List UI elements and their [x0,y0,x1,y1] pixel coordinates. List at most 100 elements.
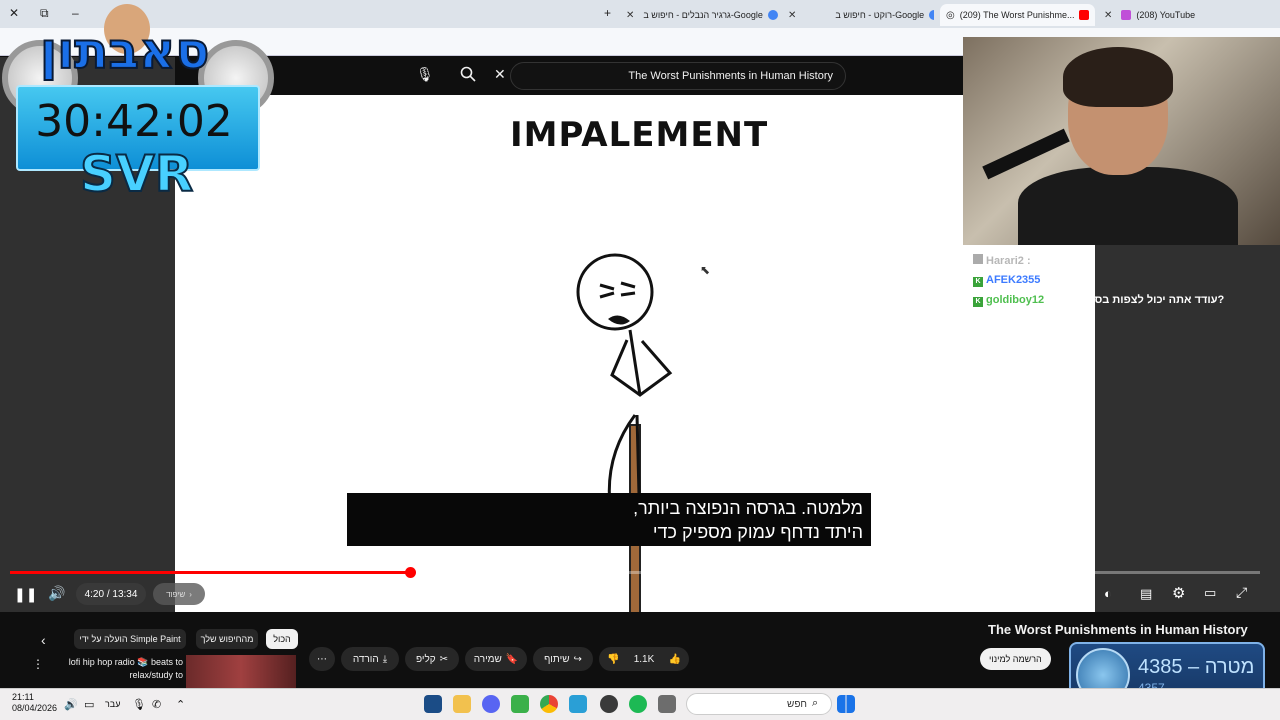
display-icon[interactable]: ▭ [84,698,94,711]
recommended-video-title[interactable]: lofi hip hop radio 📚 beats to relax/stud… [55,656,183,682]
chapter-label: שיפוד [166,589,186,599]
restore-window-icon[interactable]: ⧉ [40,6,49,21]
task-view-icon[interactable] [658,695,676,713]
fullscreen-icon[interactable]: ⤢ [1236,584,1247,601]
tab-google-search-2[interactable]: ✕ רוקט - חיפוש ב-Google [784,4,934,26]
svr-tag: SVR [79,144,194,204]
chip-label: הועלה על ידי Simple Paint [79,634,181,644]
microphone-arm [982,128,1070,180]
taskbar-search-label: חפש [787,698,807,710]
progress-scrubber[interactable] [405,567,416,578]
tab-label: גרגיר הנבלים - חיפוש ב-Google [643,10,763,20]
chat-text: : [1026,255,1031,267]
save-button[interactable]: שמירה 🔖 [465,647,527,671]
download-icon: ⤓ [382,653,388,665]
chat-message: Kgoldiboy12 : עודד אתה יכול לצפות בספר ק… [973,294,1224,307]
tab-youtube-video[interactable]: ◎ (209) The Worst Punishme... [940,4,1095,26]
share-label: שיתוף [544,653,570,665]
tray-chevron-up-icon[interactable]: ⌃ [176,698,185,711]
caption-line-2: היתד נדחף עמוק מספיק כדי [652,522,863,542]
goal-current: 4385 [1138,656,1183,678]
recommended-video-thumbnail[interactable] [186,655,296,688]
youtube-favicon-icon [1079,10,1090,20]
autoplay-toggle-icon[interactable]: ◐ [1104,586,1112,601]
taskbar-clock[interactable]: 21:11 08/04/2026 [12,692,57,714]
subtitles-icon[interactable]: ▤ [1140,586,1152,602]
tab-google-search-1[interactable]: ✕ גרגיר הנבלים - חיפוש ב-Google [622,4,780,26]
tab-close-icon[interactable]: ✕ [784,10,800,21]
subscribe-label: הרשמה למינוי [989,654,1042,664]
save-label: שמירה [473,653,502,665]
tab-close-icon[interactable]: ✕ [622,10,638,21]
chapter-button[interactable]: שיפוד › [153,583,205,605]
chat-message: Harari2 : [973,254,1031,267]
taskbar-search-input[interactable]: חפש [686,693,832,715]
language-indicator[interactable]: עבר [105,699,120,709]
mouse-cursor-icon: ⬉ [700,263,711,277]
pause-icon[interactable]: ❚❚ [14,586,37,603]
search-icon: ⌕ [812,697,819,709]
chip-all[interactable]: הכול [266,629,298,649]
discord-icon[interactable] [482,695,500,713]
tab-label: רוקט - חיפוש ב-Google [835,10,925,20]
chip-label: הכול [273,634,291,644]
new-tab-button[interactable]: + [604,6,611,20]
more-actions-button[interactable]: ⋯ [309,647,335,671]
chip-label: מהחיפוש שלך [200,634,254,644]
streamer-hoodie [1018,167,1238,245]
steam-icon[interactable] [424,695,442,713]
chat-badge-icon: K [973,297,983,307]
app-icon[interactable] [511,695,529,713]
clip-button[interactable]: קליפ ✂ [405,647,459,671]
streamer-hair [1063,47,1173,107]
file-explorer-icon[interactable] [453,695,471,713]
chat-username: AFEK2355 [986,274,1041,286]
like-count: 1.1K [633,653,655,665]
share-button[interactable]: שיתוף ↪ [533,647,593,671]
minimize-window-icon[interactable]: – [72,6,79,20]
dislike-icon[interactable]: 👎 [607,654,619,665]
tab-close-icon[interactable]: ✕ [1100,10,1116,21]
more-vertical-icon[interactable]: ⋮ [32,657,44,671]
spotify-icon[interactable] [629,695,647,713]
like-icon[interactable]: 👍 [669,654,681,665]
scissors-icon: ✂ [439,653,449,665]
settings-gear-icon[interactable]: ⚙ [1172,584,1185,602]
theater-mode-icon[interactable]: ▭ [1204,585,1216,601]
network-icon[interactable]: ✆ [152,698,161,711]
search-input[interactable]: The Worst Punishments in Human History [510,62,846,90]
time-text: 4:20 / 13:34 [84,588,138,600]
telegram-icon[interactable] [569,695,587,713]
clip-label: קליפ [415,653,436,665]
chat-username: Harari2 [986,255,1024,267]
windows-start-icon[interactable] [837,695,855,713]
speaker-icon[interactable]: 🔊 [64,698,78,711]
search-query: The Worst Punishments in Human History [628,70,833,82]
chip-uploaded-by[interactable]: הועלה על ידי Simple Paint [74,629,186,649]
stream-logo: סאבתון [39,21,210,81]
clear-search-icon[interactable]: ✕ [494,66,506,83]
close-window-icon[interactable]: ✕ [9,6,19,20]
search-icon[interactable] [460,66,476,85]
subscribe-button[interactable]: הרשמה למינוי [980,648,1051,670]
like-dislike-group: 👎 1.1K 👍 [599,647,689,671]
chip-from-search[interactable]: מהחיפוש שלך [196,629,258,649]
chrome-icon[interactable] [540,695,558,713]
share-icon: ↪ [573,653,582,665]
youtube-favicon-icon [1121,10,1132,20]
mic-tray-icon[interactable]: 🎙 [132,698,146,711]
chat-badge-icon: K [973,277,983,287]
clock-time: 21:11 [12,692,34,702]
goal-line: מטרה – 4385 [1138,656,1255,678]
obs-icon[interactable] [600,695,618,713]
tab-youtube-home[interactable]: ✕ (208) YouTube [1100,4,1255,26]
microphone-icon[interactable]: 🎙 [416,66,434,83]
download-button[interactable]: הורדה ⤓ [341,647,399,671]
caption-box: מלמטה. בגרסה הנפוצה ביותר, היתד נדחף עמו… [347,493,871,546]
chevron-left-icon[interactable]: ‹ [41,632,46,648]
volume-icon[interactable]: 🔊 [48,585,65,602]
google-favicon-icon [767,10,778,20]
more-label: ⋯ [317,653,327,665]
tab-label: (209) The Worst Punishme... [959,10,1075,20]
time-display: 4:20 / 13:34 [76,583,146,605]
